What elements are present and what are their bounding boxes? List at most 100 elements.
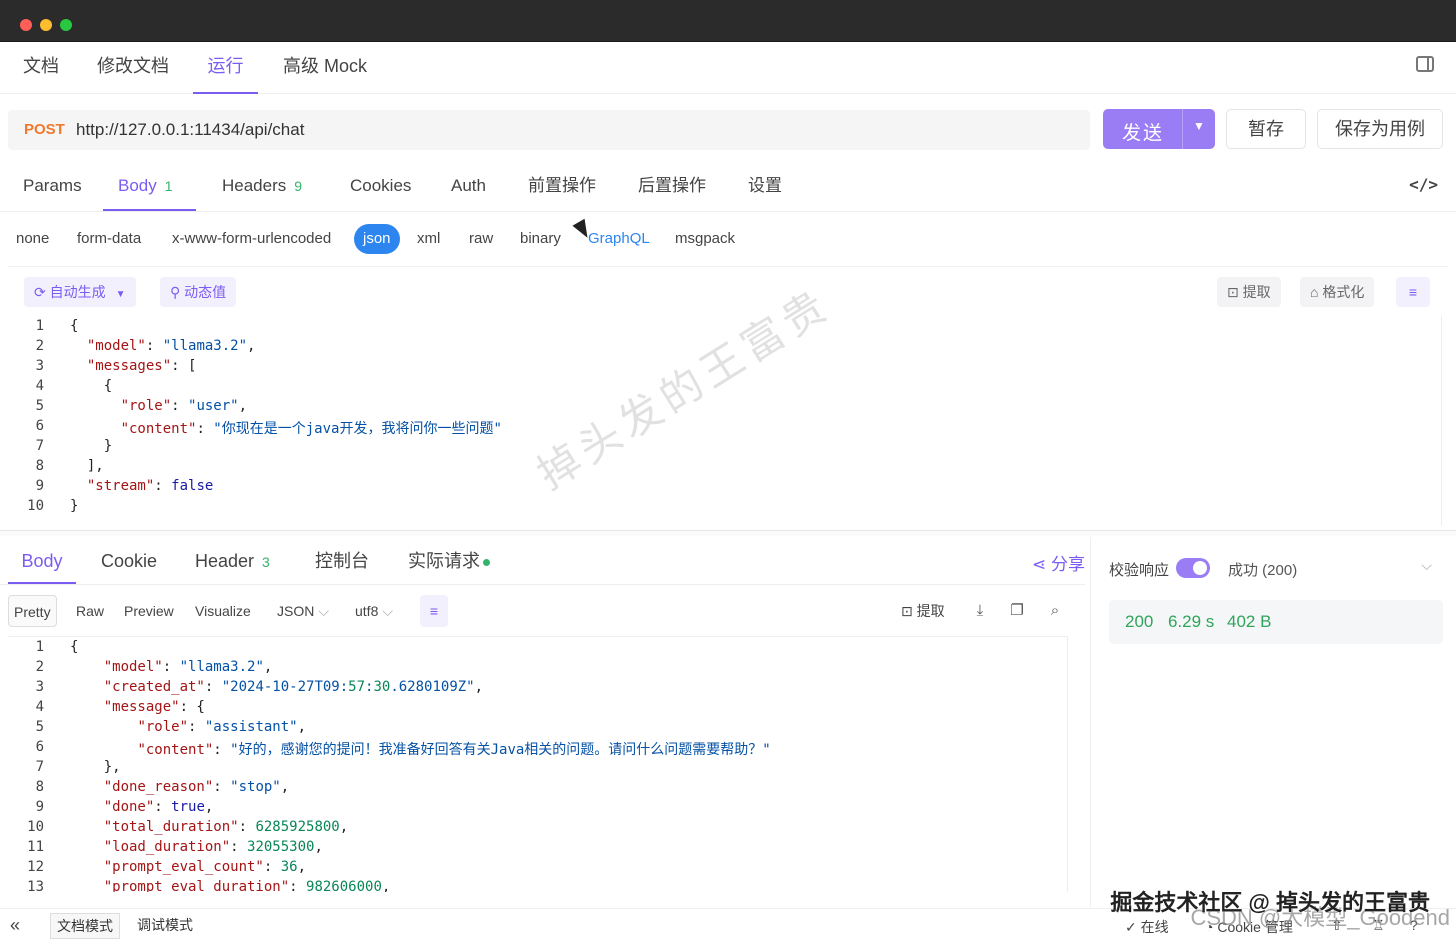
body-type-json[interactable]: json <box>354 224 400 254</box>
chevron-down-icon: ⌵ <box>318 603 329 619</box>
validation-result: 成功 (200) <box>1228 562 1298 579</box>
res-tab-header-count: 3 <box>262 554 270 570</box>
tab-edit-doc[interactable]: 修改文档 <box>97 42 169 94</box>
res-tab-cookie[interactable]: Cookie <box>101 537 157 584</box>
tab-settings[interactable]: 设置 <box>748 160 782 211</box>
search-icon[interactable]: ⌕ <box>1045 601 1065 621</box>
response-tabs: Body Cookie Header 3 控制台 实际请求 ⋖ 分享 <box>0 537 1085 585</box>
format-button[interactable]: ⌂ 格式化 <box>1300 277 1375 307</box>
format-select-value: JSON <box>277 603 315 619</box>
status-code: 200 <box>1125 612 1154 631</box>
code-line: { <box>70 639 79 655</box>
res-extract-label: 提取 <box>916 603 945 619</box>
body-type-binary[interactable]: binary <box>520 224 561 254</box>
tab-headers[interactable]: Headers 9 <box>222 160 302 211</box>
code-line: ], <box>70 458 104 474</box>
validate-response-toggle[interactable] <box>1176 558 1210 578</box>
debug-mode-button[interactable]: 调试模式 <box>131 913 199 939</box>
code-line: "role": "user", <box>120 398 248 414</box>
tab-post-ops[interactable]: 后置操作 <box>638 160 706 211</box>
code-line: "total_duration": 6285925800, <box>103 819 349 835</box>
code-line: "prompt_eval_duration": 982606000, <box>103 879 391 892</box>
res-tab-header-label: Header <box>195 551 255 571</box>
tab-auth[interactable]: Auth <box>451 160 486 211</box>
res-tab-body[interactable]: Body <box>8 537 76 584</box>
body-type-selector: none form-data x-www-form-urlencoded jso… <box>0 224 1456 254</box>
online-status[interactable]: ✓ 在线 <box>1125 917 1169 937</box>
code-line: "stream": false <box>86 478 214 494</box>
collapse-icon[interactable]: « <box>10 915 20 936</box>
chevron-down-icon[interactable]: ▼ <box>1183 119 1215 133</box>
url-input[interactable]: http://127.0.0.1:11434/api/chat <box>76 120 304 140</box>
close-window-button[interactable] <box>20 19 32 31</box>
body-type-xml[interactable]: xml <box>417 224 440 254</box>
tab-headers-count: 9 <box>294 178 303 194</box>
share-icon: ⋖ <box>1032 555 1051 574</box>
response-body-viewer[interactable]: 1{ 2 "model": "llama3.2", 3 "created_at"… <box>8 636 1068 892</box>
code-line: } <box>70 438 113 454</box>
tab-cookies[interactable]: Cookies <box>350 160 411 211</box>
res-tab-actual-request[interactable]: 实际请求 <box>408 537 490 584</box>
view-pretty[interactable]: Pretty <box>8 595 57 627</box>
response-time: 6.29 s <box>1168 612 1215 631</box>
wrap-icon[interactable]: ≡ <box>420 595 448 627</box>
view-raw[interactable]: Raw <box>76 595 104 627</box>
extract-button[interactable]: ⊡ 提取 <box>1217 277 1281 307</box>
copy-icon[interactable]: ❐ <box>1007 601 1027 621</box>
body-type-none[interactable]: none <box>16 224 49 254</box>
editor-toolbar: ⟳ 自动生成 ▼ ⚲ 动态值 ⊡ 提取 ⌂ 格式化 ≡ <box>8 266 1448 316</box>
layout-toggle-icon[interactable] <box>1416 56 1434 72</box>
auto-generate-label: 自动生成 <box>49 284 106 300</box>
share-button[interactable]: ⋖ 分享 <box>1032 550 1085 575</box>
tab-mock[interactable]: 高级 Mock <box>283 42 367 94</box>
body-type-form-data[interactable]: form-data <box>77 224 141 254</box>
code-line: "done": true, <box>103 799 214 815</box>
check-circle-icon: ✓ <box>1125 919 1141 935</box>
view-visualize[interactable]: Visualize <box>195 595 251 627</box>
status-dot-icon <box>483 558 490 566</box>
response-meta-pane: 校验响应 成功 (200) ⌵ 200 6.29 s 402 B <box>1090 537 1456 907</box>
tab-pre-ops[interactable]: 前置操作 <box>528 160 596 211</box>
dynamic-value-button[interactable]: ⚲ 动态值 <box>160 277 237 307</box>
wrap-icon[interactable]: ≡ <box>1396 277 1430 307</box>
auto-generate-button[interactable]: ⟳ 自动生成 ▼ <box>24 277 136 307</box>
code-line: "content": "你现在是一个java开发，我将问你一些问题" <box>120 421 502 437</box>
doc-mode-button[interactable]: 文档模式 <box>50 913 120 939</box>
minimize-window-button[interactable] <box>40 19 52 31</box>
tab-run[interactable]: 运行 <box>193 42 258 94</box>
tab-params[interactable]: Params <box>23 160 82 211</box>
code-line: "prompt_eval_count": 36, <box>103 859 307 875</box>
res-tab-header[interactable]: Header 3 <box>195 537 270 584</box>
tab-headers-label: Headers <box>222 176 287 195</box>
view-preview[interactable]: Preview <box>124 595 174 627</box>
url-bar[interactable]: POST http://127.0.0.1:11434/api/chat <box>8 110 1090 150</box>
download-icon[interactable]: ⤓ <box>970 601 990 621</box>
code-icon[interactable]: </> <box>1409 175 1438 194</box>
chevron-down-icon[interactable]: ⌵ <box>1421 557 1432 574</box>
res-extract-button[interactable]: ⊡ 提取 <box>901 595 945 627</box>
send-button[interactable]: 发送 ▼ <box>1103 109 1215 149</box>
format-label: 格式化 <box>1322 284 1365 300</box>
save-case-button[interactable]: 保存为用例 <box>1317 109 1443 149</box>
save-temp-button[interactable]: 暂存 <box>1226 109 1306 149</box>
magic-wand-icon: ⚲ <box>170 284 185 300</box>
format-select[interactable]: JSON ⌵ <box>277 595 329 627</box>
res-tab-console[interactable]: 控制台 <box>315 537 369 584</box>
body-type-urlencoded[interactable]: x-www-form-urlencoded <box>172 224 331 254</box>
http-method[interactable]: POST <box>24 121 65 138</box>
code-line: }, <box>70 759 121 775</box>
code-line: "created_at": "2024-10-27T09:57:30.62801… <box>103 679 484 695</box>
extract-icon: ⊡ <box>1227 284 1243 300</box>
code-line: "role": "assistant", <box>137 719 307 735</box>
tab-doc[interactable]: 文档 <box>23 42 59 94</box>
body-type-graphql[interactable]: GraphQL <box>588 224 650 254</box>
encoding-select[interactable]: utf8 ⌵ <box>355 595 393 627</box>
response-toolbar: Pretty Raw Preview Visualize JSON ⌵ utf8 ⌵… <box>8 595 1078 627</box>
maximize-window-button[interactable] <box>60 19 72 31</box>
body-type-raw[interactable]: raw <box>469 224 493 254</box>
pane-resize-handle[interactable] <box>0 530 1456 536</box>
dynamic-value-label: 动态值 <box>184 284 227 300</box>
send-label[interactable]: 发送 <box>1103 118 1183 145</box>
tab-body[interactable]: Body 1 <box>103 160 196 211</box>
body-type-msgpack[interactable]: msgpack <box>675 224 735 254</box>
